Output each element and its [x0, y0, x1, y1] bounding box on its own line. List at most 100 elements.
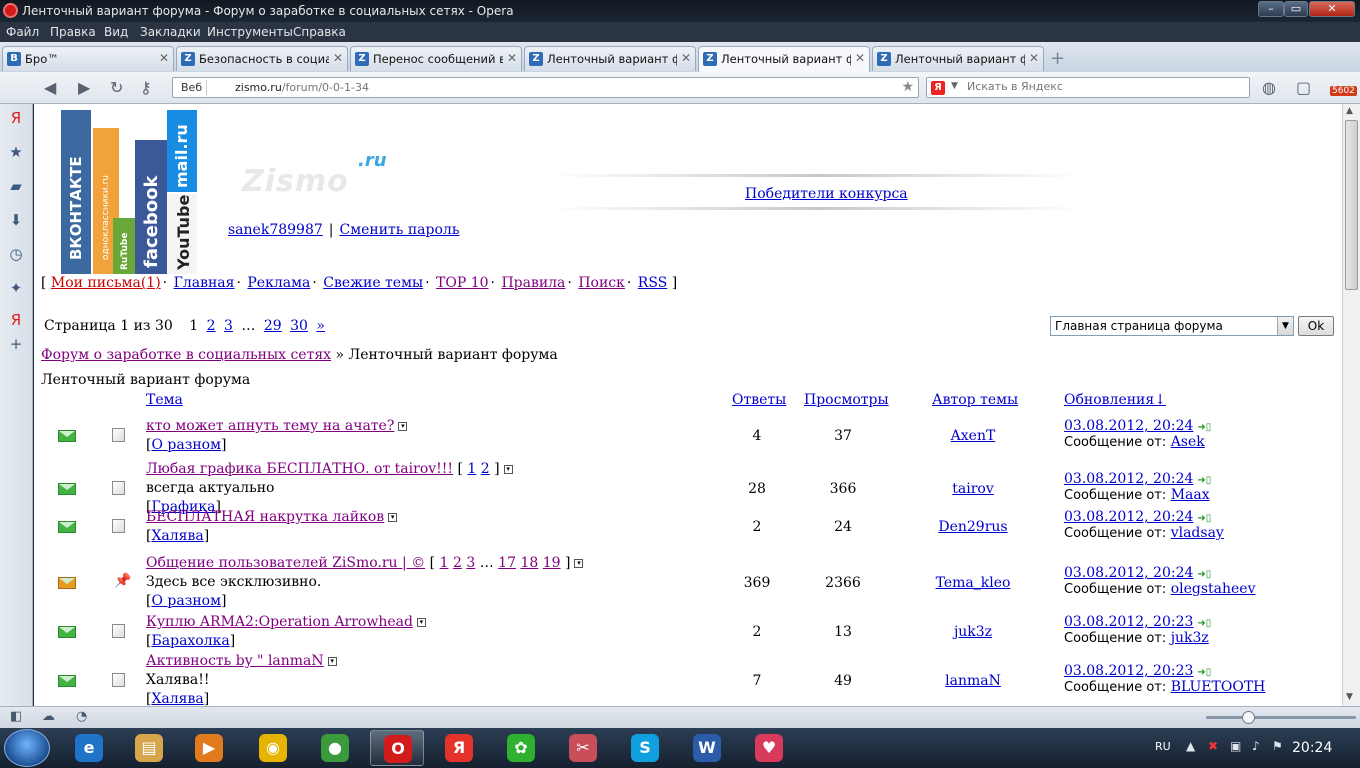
mail-count-badge[interactable]: 5602: [1330, 86, 1357, 96]
topic-menu-icon[interactable]: ▾: [398, 421, 408, 431]
cloud-icon[interactable]: ☁: [42, 709, 55, 724]
topic-menu-icon[interactable]: ▾: [503, 464, 513, 474]
ok-button[interactable]: Ok: [1298, 316, 1334, 336]
column-topic[interactable]: Тема: [146, 392, 183, 408]
clock[interactable]: 20:24: [1292, 740, 1332, 756]
menu-help[interactable]: Справка: [293, 25, 346, 39]
zoom-slider-knob[interactable]: [1242, 711, 1255, 724]
page-link[interactable]: 30: [290, 318, 308, 334]
username-link[interactable]: sanek789987: [228, 222, 323, 238]
widgets-panel-icon[interactable]: ✦: [8, 280, 24, 296]
zoom-slider[interactable]: [1206, 711, 1356, 724]
address-field[interactable]: Веб zismo.ru/forum/0-0-1-34 ★: [172, 77, 919, 98]
topic-page-link[interactable]: 1: [467, 461, 476, 477]
vertical-scrollbar[interactable]: ▲ ▼: [1342, 104, 1360, 706]
go-to-last-post-icon[interactable]: ➜▯: [1197, 569, 1211, 580]
author-link[interactable]: AxenT: [932, 428, 1014, 444]
topic-title-link[interactable]: кто может апнуть тему на ачате?: [146, 418, 394, 434]
tab-close-icon[interactable]: ✕: [159, 51, 169, 65]
downloads-panel-icon[interactable]: ⬇: [8, 212, 24, 228]
nav-fresh-topics[interactable]: Свежие темы: [323, 275, 423, 291]
topic-page-link[interactable]: 1: [440, 555, 449, 571]
page-next-link[interactable]: »: [316, 318, 325, 334]
tab-move-messages[interactable]: Z Перенос сообщений в ... ✕: [350, 46, 522, 71]
search-field[interactable]: Я ▼: [926, 77, 1250, 98]
author-link[interactable]: Den29rus: [932, 519, 1014, 535]
taskbar-yandex[interactable]: Я: [432, 730, 486, 766]
topic-page-link[interactable]: 2: [453, 555, 462, 571]
bookmark-star-icon[interactable]: ★: [901, 79, 914, 95]
menu-view[interactable]: Вид: [104, 25, 128, 39]
last-poster-link[interactable]: BLUETOOTH: [1171, 679, 1266, 695]
column-views[interactable]: Просмотры: [804, 392, 889, 408]
maximize-button[interactable]: ▭: [1284, 1, 1308, 17]
forum-jump-select[interactable]: Главная страница форума ▼: [1050, 316, 1294, 336]
tab-close-icon[interactable]: ✕: [681, 51, 691, 65]
category-link[interactable]: Барахолка: [151, 633, 229, 649]
topic-title-link[interactable]: БЕСПЛАТНАЯ накрутка лайков: [146, 509, 384, 525]
nav-home[interactable]: Главная: [174, 275, 235, 291]
globe-icon[interactable]: ◍: [1262, 78, 1276, 97]
taskbar-media-player[interactable]: ▶: [182, 730, 236, 766]
language-indicator[interactable]: RU: [1155, 740, 1171, 753]
category-link[interactable]: Халява: [151, 528, 203, 544]
tab-feed-3[interactable]: Z Ленточный вариант ф... ✕: [872, 46, 1044, 71]
topic-title-link[interactable]: Любая графика БЕСПЛАТНО. от tairov!!!: [146, 461, 453, 477]
notes-panel-icon[interactable]: ▰: [8, 178, 24, 194]
nav-advertising[interactable]: Реклама: [247, 275, 310, 291]
topic-title-link[interactable]: Куплю ARMA2:Operation Arrowhead: [146, 614, 413, 630]
forward-icon[interactable]: ▶: [78, 78, 90, 97]
topic-menu-icon[interactable]: ▾: [416, 617, 426, 627]
taskbar-word[interactable]: W: [680, 730, 734, 766]
tab-close-icon[interactable]: ✕: [333, 51, 343, 65]
nav-search[interactable]: Поиск: [578, 275, 625, 291]
history-panel-icon[interactable]: ◷: [8, 246, 24, 262]
chevron-down-icon[interactable]: ▼: [1277, 317, 1293, 335]
tab-feed-1[interactable]: Z Ленточный вариант ф... ✕: [524, 46, 696, 71]
category-link[interactable]: О разном: [151, 593, 221, 609]
close-button[interactable]: ✕: [1309, 1, 1355, 17]
nav-rules[interactable]: Правила: [501, 275, 565, 291]
taskbar-opera[interactable]: O: [370, 730, 424, 766]
page-link[interactable]: 29: [264, 318, 282, 334]
go-to-last-post-icon[interactable]: ➜▯: [1197, 618, 1211, 629]
nav-my-messages[interactable]: Мои письма(1): [51, 275, 161, 291]
scroll-down-icon[interactable]: ▼: [1346, 692, 1353, 702]
new-tab-icon[interactable]: +: [1050, 48, 1065, 69]
yandex-bar-icon[interactable]: Я: [8, 312, 24, 328]
last-post-date-link[interactable]: 03.08.2012, 20:24: [1064, 471, 1193, 487]
page-link[interactable]: 3: [224, 318, 233, 334]
search-input[interactable]: [967, 80, 1237, 93]
category-link[interactable]: О разном: [151, 437, 221, 453]
last-post-date-link[interactable]: 03.08.2012, 20:24: [1064, 418, 1193, 434]
url-text[interactable]: zismo.ru/forum/0-0-1-34: [235, 81, 369, 94]
column-author[interactable]: Автор темы: [932, 392, 1018, 408]
tab-close-icon[interactable]: ✕: [507, 51, 517, 65]
panel-toggle-icon[interactable]: ◧: [10, 709, 22, 724]
last-poster-link[interactable]: vladsay: [1171, 525, 1224, 541]
bookmarks-panel-icon[interactable]: ★: [8, 144, 24, 160]
last-post-date-link[interactable]: 03.08.2012, 20:24: [1064, 565, 1193, 581]
topic-page-link[interactable]: 2: [481, 461, 490, 477]
last-poster-link[interactable]: Maax: [1171, 487, 1210, 503]
author-link[interactable]: lanmaN: [932, 673, 1014, 689]
web-mode-label[interactable]: Веб: [177, 80, 208, 95]
taskbar-internet-explorer[interactable]: e: [62, 730, 116, 766]
go-to-last-post-icon[interactable]: ➜▯: [1197, 475, 1211, 486]
last-post-date-link[interactable]: 03.08.2012, 20:23: [1064, 663, 1193, 679]
go-to-last-post-icon[interactable]: ➜▯: [1197, 513, 1211, 524]
topic-page-link[interactable]: 18: [520, 555, 538, 571]
contest-winners-link[interactable]: Победители конкурса: [745, 186, 908, 202]
tray-flag-icon[interactable]: ⚑: [1272, 739, 1283, 753]
topic-page-link[interactable]: 3: [466, 555, 475, 571]
go-to-last-post-icon[interactable]: ➜▯: [1197, 667, 1211, 678]
scroll-up-icon[interactable]: ▲: [1346, 106, 1353, 116]
last-poster-link[interactable]: olegstaheev: [1171, 581, 1256, 597]
menu-file[interactable]: Файл: [6, 25, 39, 39]
author-link[interactable]: Tema_kleo: [932, 575, 1014, 591]
author-link[interactable]: tairov: [932, 481, 1014, 497]
topic-title-link[interactable]: Активность by " lanmaN: [146, 653, 324, 669]
volume-icon[interactable]: ♪: [1252, 739, 1260, 753]
tab-feed-2[interactable]: Z Ленточный вариант ф... ✕: [698, 46, 870, 72]
tab-close-icon[interactable]: ✕: [1029, 51, 1039, 65]
